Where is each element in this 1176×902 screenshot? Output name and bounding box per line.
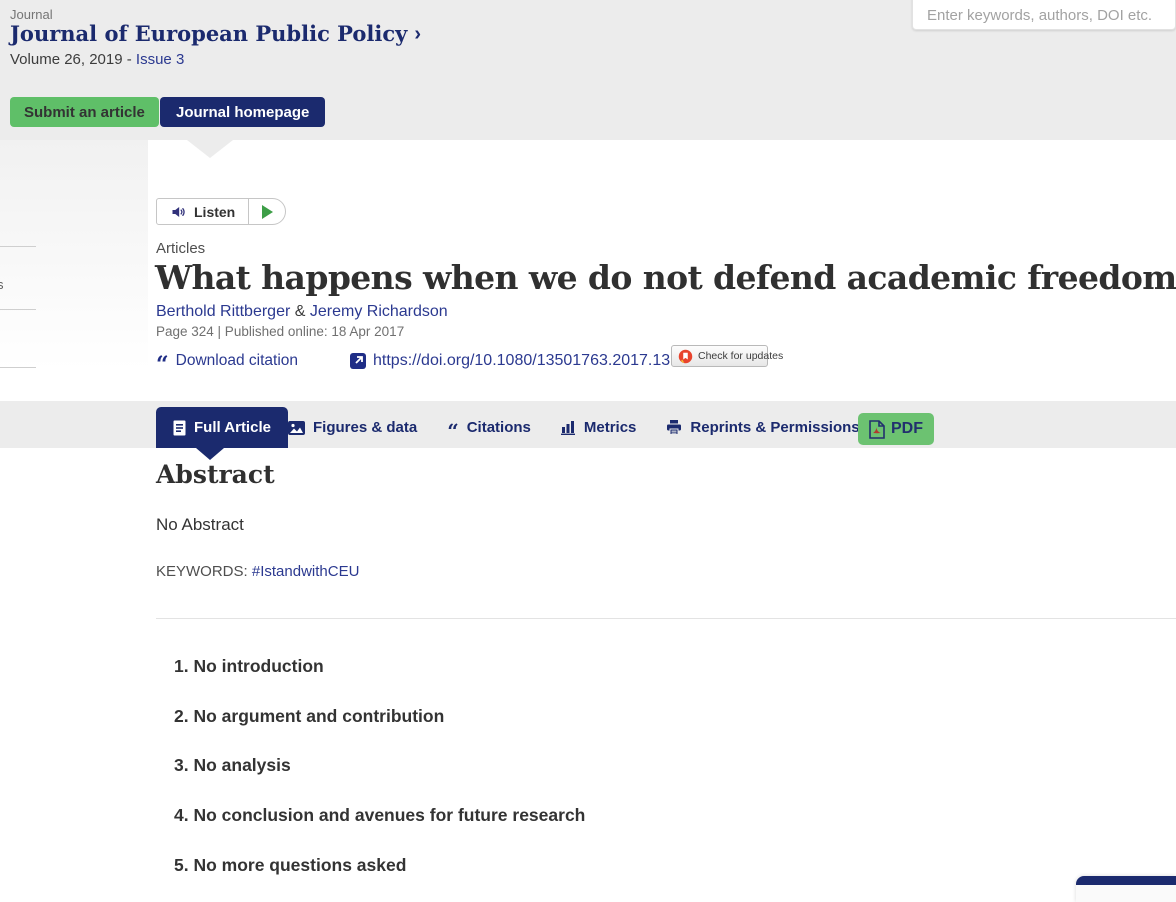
tab-metrics[interactable]: Metrics [561, 419, 637, 436]
tab-full-article[interactable]: Full Article [156, 407, 288, 448]
printer-icon [666, 420, 682, 435]
keywords-row: KEYWORDS: #IstandwithCEU [156, 563, 359, 580]
listen-label: Listen [194, 204, 235, 220]
article-type-label: Articles [156, 240, 205, 257]
left-panel-divider [0, 309, 36, 310]
journal-title-link[interactable]: Journal of European Public Policy › [10, 21, 421, 46]
author-list: Berthold Rittberger & Jeremy Richardson [156, 303, 448, 321]
pdf-label: PDF [891, 420, 923, 438]
section-divider [156, 618, 1176, 619]
corner-popup-header [1076, 876, 1176, 885]
external-link-icon [350, 353, 366, 369]
toc-item: 5. No more questions asked [174, 855, 406, 876]
document-icon [173, 420, 186, 436]
crossmark-icon [678, 349, 693, 364]
article-title: What happens when we do not defend acade… [155, 258, 1165, 297]
quote-icon: “ [447, 426, 459, 436]
citation-row: “ Download citation https://doi.org/10.1… [156, 352, 715, 370]
volume-text: Volume 26, 2019 - [10, 51, 136, 68]
submit-article-button[interactable]: Submit an article [10, 97, 159, 127]
keywords-label: KEYWORDS: [156, 563, 252, 580]
pdf-button[interactable]: PDF [858, 413, 934, 445]
issue-link[interactable]: Issue 3 [136, 51, 184, 68]
corner-popup-body [1076, 885, 1176, 902]
tab-label: Metrics [584, 419, 637, 436]
keyword-link[interactable]: #IstandwithCEU [252, 563, 360, 580]
check-for-updates-badge[interactable]: Check for updates [671, 345, 768, 367]
search-input[interactable] [912, 0, 1176, 30]
left-panel-text-fragment: s [0, 277, 4, 292]
publication-info: Page 324 | Published online: 18 Apr 2017 [156, 324, 404, 339]
active-tab-pointer [196, 448, 224, 460]
bar-chart-icon [561, 420, 576, 435]
tab-reprints-permissions[interactable]: Reprints & Permissions [666, 419, 859, 436]
journal-homepage-button[interactable]: Journal homepage [160, 97, 325, 127]
abstract-heading: Abstract [156, 460, 275, 489]
quote-icon: “ [156, 360, 169, 370]
toc-item: 2. No argument and contribution [174, 706, 444, 727]
journal-header: Journal Journal of European Public Polic… [0, 0, 1176, 140]
download-citation-link[interactable]: “ Download citation [156, 352, 298, 370]
toc-item: 3. No analysis [174, 755, 291, 776]
journal-title[interactable]: Journal of European Public Policy [10, 21, 407, 46]
tab-label: Figures & data [313, 419, 417, 436]
tab-label: Citations [467, 419, 531, 436]
listen-play-button[interactable] [249, 199, 285, 224]
journal-kicker: Journal [10, 7, 53, 22]
speaker-icon [170, 204, 187, 220]
image-icon [288, 421, 305, 435]
doi-link[interactable]: https://doi.org/10.1080/13501763.2017.13… [350, 352, 715, 370]
toc-item: 4. No conclusion and avenues for future … [174, 805, 585, 826]
volume-issue: Volume 26, 2019 - Issue 3 [10, 51, 184, 68]
author-link[interactable]: Jeremy Richardson [310, 303, 448, 320]
download-citation-label: Download citation [176, 352, 298, 370]
tab-label: Reprints & Permissions [690, 419, 859, 436]
left-panel-divider [0, 367, 36, 368]
header-pointer [187, 140, 233, 158]
corner-popup-widget[interactable] [1076, 876, 1176, 902]
left-panel-divider [0, 246, 36, 247]
listen-button-left[interactable]: Listen [157, 199, 249, 224]
author-link[interactable]: Berthold Rittberger [156, 303, 290, 320]
author-separator: & [295, 303, 306, 320]
tab-links: Figures & data “ Citations Metrics [288, 407, 860, 448]
tab-figures-data[interactable]: Figures & data [288, 419, 417, 436]
listen-button[interactable]: Listen [156, 198, 286, 225]
abstract-body: No Abstract [156, 515, 244, 535]
article-page: Journal Journal of European Public Polic… [0, 0, 1176, 902]
tab-citations[interactable]: “ Citations [447, 419, 531, 436]
play-icon [262, 205, 273, 219]
chevron-right-icon: › [414, 24, 421, 44]
toc-item: 1. No introduction [174, 656, 324, 677]
tab-label: Full Article [194, 419, 271, 436]
pdf-file-icon [869, 420, 885, 439]
check-for-updates-label: Check for updates [698, 350, 783, 362]
left-panel-shade [0, 140, 148, 410]
doi-text: https://doi.org/10.1080/13501763.2017.13… [373, 352, 715, 370]
